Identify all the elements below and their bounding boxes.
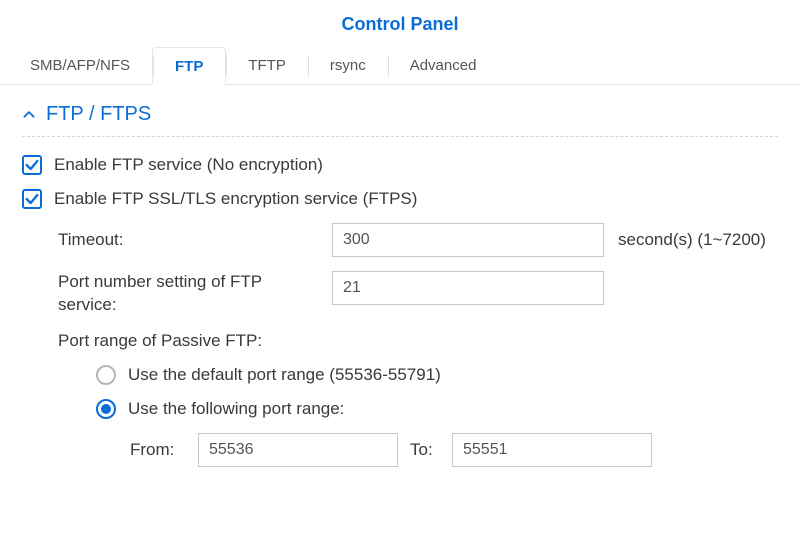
tab-ftp[interactable]: FTP <box>152 47 226 85</box>
checkbox-enable-ftp[interactable] <box>22 155 42 175</box>
label-from: From: <box>130 440 186 460</box>
tab-rsync[interactable]: rsync <box>308 47 388 84</box>
input-to[interactable] <box>452 433 652 467</box>
content-area: FTP / FTPS Enable FTP service (No encryp… <box>0 85 800 467</box>
checkbox-enable-ftps[interactable] <box>22 189 42 209</box>
label-radio-default-range: Use the default port range (55536-55791) <box>128 365 441 385</box>
input-from[interactable] <box>198 433 398 467</box>
tab-smb-afp-nfs[interactable]: SMB/AFP/NFS <box>8 47 152 84</box>
chevron-up-icon <box>22 108 36 122</box>
window-title: Control Panel <box>0 0 800 47</box>
label-timeout: Timeout: <box>58 229 332 252</box>
tab-label: FTP <box>175 58 203 75</box>
radio-default-range[interactable] <box>96 365 116 385</box>
label-to: To: <box>410 440 440 460</box>
suffix-timeout: second(s) (1~7200) <box>604 230 766 250</box>
tab-bar: SMB/AFP/NFS FTP TFTP rsync Advanced <box>0 47 800 85</box>
tab-label: TFTP <box>248 57 286 74</box>
radio-custom-range[interactable] <box>96 399 116 419</box>
label-passive-range: Port range of Passive FTP: <box>58 331 778 351</box>
tab-tftp[interactable]: TFTP <box>226 47 308 84</box>
checkmark-icon <box>24 191 40 207</box>
row-enable-ftp: Enable FTP service (No encryption) <box>22 155 778 175</box>
row-custom-range-values: From: To: <box>96 433 778 467</box>
input-timeout[interactable] <box>332 223 604 257</box>
section-title: FTP / FTPS <box>46 103 151 126</box>
input-port[interactable] <box>332 271 604 305</box>
section-body: Enable FTP service (No encryption) Enabl… <box>22 137 778 467</box>
label-radio-custom-range: Use the following port range: <box>128 399 344 419</box>
label-enable-ftp: Enable FTP service (No encryption) <box>54 155 323 175</box>
row-radio-default-range: Use the default port range (55536-55791) <box>96 365 778 385</box>
label-enable-ftps: Enable FTP SSL/TLS encryption service (F… <box>54 189 417 209</box>
row-timeout: Timeout: second(s) (1~7200) <box>58 223 778 257</box>
row-enable-ftps: Enable FTP SSL/TLS encryption service (F… <box>22 189 778 209</box>
tab-advanced[interactable]: Advanced <box>388 47 499 84</box>
row-radio-custom-range: Use the following port range: <box>96 399 778 419</box>
section-toggle-ftp-ftps[interactable]: FTP / FTPS <box>22 103 778 137</box>
tab-label: SMB/AFP/NFS <box>30 57 130 74</box>
tab-label: Advanced <box>410 57 477 74</box>
row-port: Port number setting of FTP service: <box>58 271 778 317</box>
checkmark-icon <box>24 157 40 173</box>
label-port: Port number setting of FTP service: <box>58 271 332 317</box>
tab-label: rsync <box>330 57 366 74</box>
